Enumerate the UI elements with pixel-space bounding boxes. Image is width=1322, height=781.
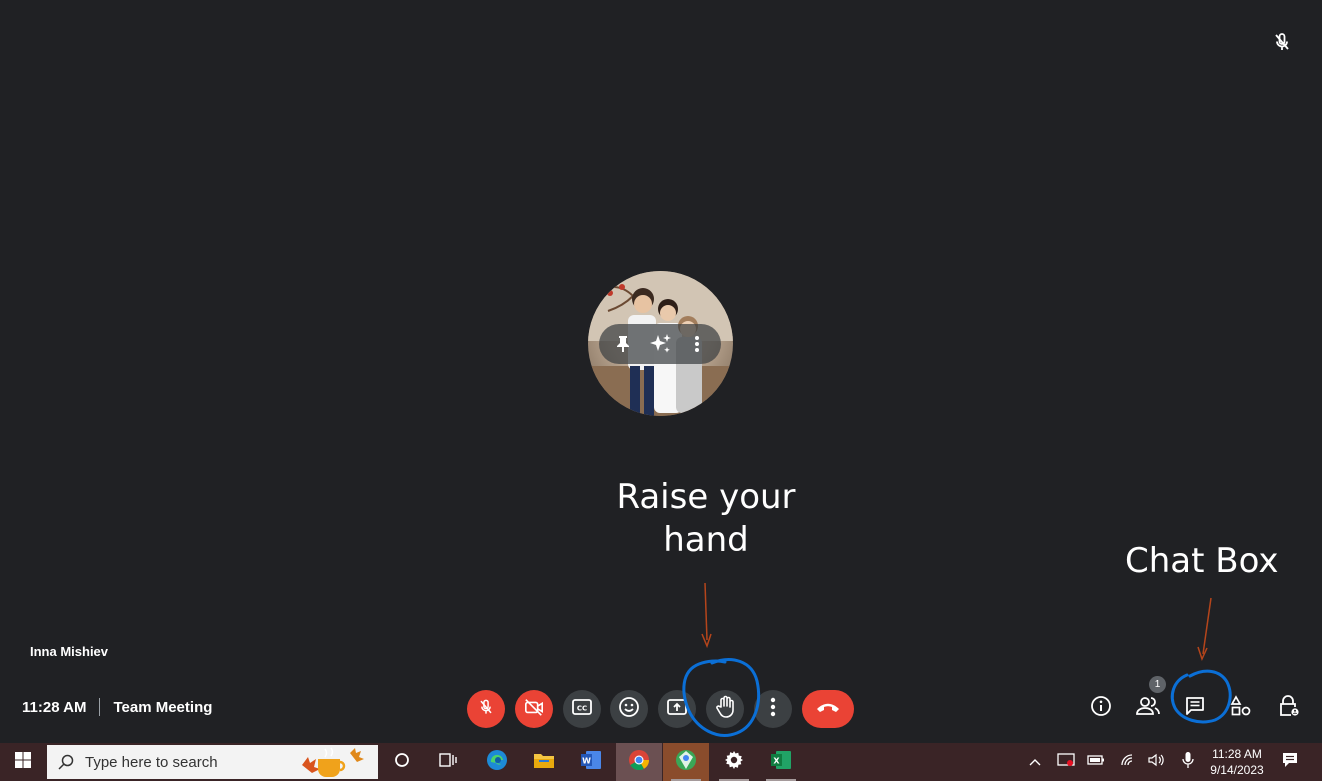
cortana-icon bbox=[394, 752, 410, 773]
participant-muted-icon bbox=[1270, 30, 1294, 54]
tray-meet-now[interactable] bbox=[1052, 743, 1080, 781]
hang-up-icon bbox=[815, 700, 841, 718]
taskbar-edge[interactable] bbox=[474, 743, 520, 781]
meeting-time: 11:28 AM bbox=[22, 698, 87, 716]
more-options-icon[interactable] bbox=[685, 332, 709, 356]
pin-icon[interactable] bbox=[611, 332, 635, 356]
more-options-icon bbox=[770, 697, 776, 722]
activities-icon bbox=[1230, 694, 1252, 722]
settings-icon bbox=[724, 750, 744, 775]
present-screen-icon bbox=[666, 697, 688, 722]
excel-icon: X bbox=[770, 750, 792, 775]
volume-icon bbox=[1148, 753, 1166, 772]
chat-icon bbox=[1184, 695, 1206, 722]
svg-text:CC: CC bbox=[577, 704, 587, 712]
windows-logo-icon bbox=[15, 751, 31, 773]
taskbar-excel[interactable]: X bbox=[758, 743, 804, 781]
captions-button[interactable]: CC bbox=[563, 690, 601, 728]
start-button[interactable] bbox=[0, 743, 46, 781]
taskbar-task-view[interactable] bbox=[425, 743, 471, 781]
mic-off-icon bbox=[476, 697, 496, 722]
svg-text:X: X bbox=[773, 756, 780, 765]
raise-hand-annotation: Raise your hand bbox=[590, 476, 822, 562]
host-controls-lock-icon bbox=[1278, 694, 1300, 723]
activities-button[interactable] bbox=[1223, 690, 1259, 726]
chat-box-annotation: Chat Box bbox=[1125, 541, 1279, 581]
tray-battery[interactable] bbox=[1082, 743, 1110, 781]
raise-hand-annotation-line1: Raise your bbox=[616, 477, 796, 517]
wifi-icon bbox=[1120, 753, 1136, 772]
meeting-details: 11:28 AM Team Meeting bbox=[22, 698, 212, 716]
taskbar-word[interactable]: W bbox=[568, 743, 614, 781]
word-icon: W bbox=[580, 750, 602, 775]
meeting-title: Team Meeting bbox=[113, 698, 213, 716]
more-options-button[interactable] bbox=[754, 690, 792, 728]
search-icon bbox=[57, 753, 75, 771]
taskbar-cortana[interactable] bbox=[379, 743, 425, 781]
chat-button[interactable] bbox=[1177, 690, 1213, 726]
taskbar-maps-app[interactable] bbox=[663, 743, 709, 781]
host-controls-button[interactable] bbox=[1271, 690, 1307, 726]
chevron-up-icon bbox=[1029, 753, 1041, 771]
clock-date: 9/14/2023 bbox=[1210, 763, 1264, 777]
battery-icon bbox=[1087, 753, 1105, 771]
tray-wifi[interactable] bbox=[1114, 743, 1142, 781]
present-now-button[interactable] bbox=[658, 690, 696, 728]
task-view-icon bbox=[439, 752, 457, 773]
leave-call-button[interactable] bbox=[802, 690, 854, 728]
search-highlight-autumn-icon bbox=[298, 745, 370, 779]
edge-icon bbox=[485, 748, 509, 777]
microphone-in-use-icon bbox=[1182, 751, 1194, 774]
chat-box-arrow bbox=[1197, 597, 1212, 662]
camera-toggle-button[interactable] bbox=[515, 690, 553, 728]
tray-microphone[interactable] bbox=[1174, 743, 1202, 781]
participant-name: Inna Mishiev bbox=[30, 644, 109, 659]
meet-now-icon bbox=[1057, 752, 1075, 773]
maps-app-icon bbox=[674, 748, 698, 777]
tray-notifications[interactable] bbox=[1276, 743, 1304, 781]
send-reaction-button[interactable] bbox=[610, 690, 648, 728]
camera-off-icon bbox=[523, 697, 545, 722]
notifications-icon bbox=[1281, 751, 1299, 774]
meeting-details-button[interactable] bbox=[1083, 690, 1119, 726]
microphone-toggle-button[interactable] bbox=[467, 690, 505, 728]
meeting-info-divider bbox=[99, 698, 101, 716]
people-icon bbox=[1135, 695, 1161, 722]
clock-time: 11:28 AM bbox=[1212, 747, 1262, 761]
taskbar-settings[interactable] bbox=[711, 743, 757, 781]
people-count-badge: 1 bbox=[1149, 676, 1166, 693]
tray-show-hidden-icons[interactable] bbox=[1021, 743, 1049, 781]
taskbar-search-box[interactable]: Type here to search bbox=[47, 745, 378, 779]
info-icon bbox=[1090, 695, 1112, 722]
raise-hand-annotation-line2: hand bbox=[663, 520, 749, 560]
people-button[interactable] bbox=[1130, 690, 1166, 726]
chrome-icon bbox=[627, 748, 651, 777]
visual-effects-icon[interactable] bbox=[648, 332, 672, 356]
search-placeholder: Type here to search bbox=[85, 753, 218, 771]
meeting-stage: Raise your hand Chat Box Inna Mishiev 11… bbox=[0, 0, 1322, 743]
file-explorer-icon bbox=[533, 751, 555, 774]
raise-hand-button[interactable] bbox=[706, 690, 744, 728]
taskbar-file-explorer[interactable] bbox=[521, 743, 567, 781]
taskbar-clock[interactable]: 11:28 AM 9/14/2023 bbox=[1206, 746, 1268, 778]
emoji-reaction-icon bbox=[618, 696, 640, 723]
captions-icon: CC bbox=[571, 698, 593, 721]
svg-text:W: W bbox=[582, 756, 591, 765]
taskbar-chrome[interactable] bbox=[616, 743, 662, 781]
raise-hand-icon bbox=[714, 695, 736, 724]
tile-actions bbox=[599, 324, 721, 364]
raise-hand-arrow bbox=[701, 582, 712, 649]
tray-volume[interactable] bbox=[1143, 743, 1171, 781]
